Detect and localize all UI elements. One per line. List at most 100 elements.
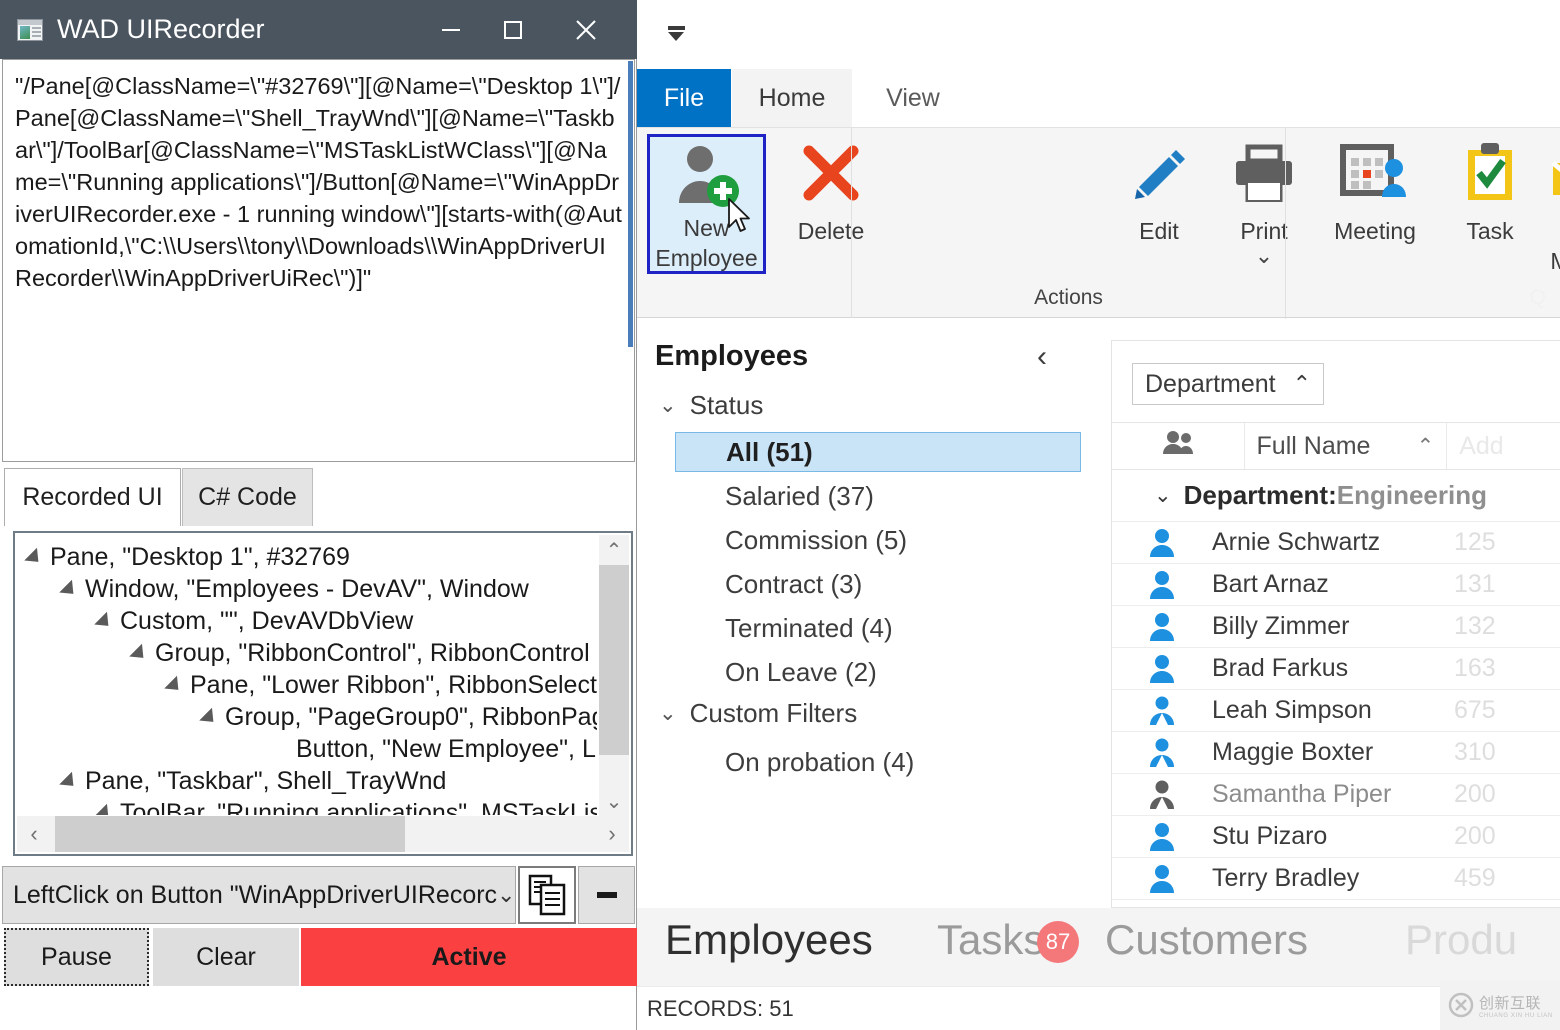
table-row[interactable]: Arnie Schwartz 125 [1112,522,1560,564]
tree-node[interactable]: Pane, "Desktop 1", #32769 [24,543,350,572]
filter-item-commission[interactable]: Commission (5) [675,520,1081,560]
tab-view[interactable]: View [853,69,973,127]
employee-number: 675 [1454,696,1496,724]
male-avatar-icon [1112,528,1212,558]
people-icon [1161,430,1195,463]
filter-item-on-leave[interactable]: On Leave (2) [675,652,1081,692]
chevron-down-icon: ⌄ [659,394,677,417]
actions-group-caption: Actions [1034,286,1103,309]
expand-arrow-icon[interactable] [24,547,45,568]
employee-name: Maggie Boxter [1212,738,1374,766]
devav-application: File Home View New Employee Delete Edit … [637,0,1560,1030]
customize-quick-access-toolbar-icon[interactable] [659,20,693,46]
nav-tab-products[interactable]: Produ [1405,916,1517,964]
tree-node[interactable]: Group, "PageGroup0", RibbonPag [199,703,597,732]
copy-button[interactable] [518,866,576,924]
tab-recorded-ui[interactable]: Recorded UI [4,468,181,526]
maximize-button[interactable] [482,0,544,59]
expand-arrow-icon[interactable] [59,579,80,600]
table-row[interactable]: Terry Bradley 459 [1112,858,1560,900]
collapse-window-button[interactable] [578,866,635,924]
gallery-group-caption: Q [1529,286,1546,309]
column-header-address[interactable]: Add [1447,423,1560,469]
chevron-left-icon[interactable]: ‹ [1037,340,1047,374]
recorded-action-combobox[interactable]: LeftClick on Button "WinAppDriverUIRecor… [2,866,516,924]
pause-button[interactable]: Pause [4,928,149,986]
xpath-textbox[interactable]: "/Pane[@ClassName=\"#32769\"][@Name=\"De… [2,59,635,462]
print-chevron-down-icon[interactable]: ⌄ [1255,245,1273,267]
tree-node[interactable]: Button, "New Employee", Ligh [275,735,597,764]
scrollbar-thumb[interactable] [55,816,405,852]
active-status-button[interactable]: Active [301,928,637,986]
filter-item-salaried[interactable]: Salaried (37) [675,476,1081,516]
filter-item-label: On Leave (2) [725,656,877,687]
table-row[interactable]: Stu Pizaro 200 [1112,816,1560,858]
tree-node[interactable]: Window, "Employees - DevAV", Window [59,575,529,604]
filter-group-label: Custom Filters [689,698,858,728]
table-row[interactable]: Maggie Boxter 310 [1112,732,1560,774]
expand-arrow-icon[interactable] [94,611,115,632]
male-avatar-icon [1112,822,1212,852]
tab-home[interactable]: Home [732,69,852,127]
employee-number: 459 [1454,864,1496,892]
employee-name: Leah Simpson [1212,696,1372,724]
table-row[interactable]: Bart Arnaz 131 [1112,564,1560,606]
tree-node[interactable]: ToolBar, "Running applications", MSTaskL… [94,799,597,815]
tab-file[interactable]: File [637,69,731,127]
filter-item-on-probation[interactable]: On probation (4) [675,742,1081,782]
edit-button[interactable]: Edit [1107,134,1211,246]
tree-node[interactable]: Pane, "Taskbar", Shell_TrayWnd [59,767,446,796]
close-button[interactable] [555,0,617,59]
expand-arrow-icon[interactable] [199,707,220,728]
scroll-left-icon[interactable]: ‹ [17,816,51,852]
tree-horizontal-scrollbar[interactable]: ‹ › [17,816,629,852]
watermark: 创新互联 CHUANG XIN HU LIAN [1440,980,1560,1030]
tree-node[interactable]: Group, "RibbonControl", RibbonControl [129,639,590,668]
ribbon-group-actions: Edit Print ⌄ Meeting Task M Actions [851,128,1560,319]
nav-tab-tasks[interactable]: Tasks [937,916,1044,964]
filter-group-status[interactable]: ⌄ Status [659,390,763,421]
tree-vertical-scrollbar[interactable]: ⌃ ⌄ [599,535,629,816]
table-row[interactable]: Brad Farkus 163 [1112,648,1560,690]
tree-node[interactable]: Pane, "Lower Ribbon", RibbonSelecte [164,671,597,700]
expand-arrow-icon[interactable] [129,643,150,664]
xpath-scroll-indicator[interactable] [628,61,633,347]
chevron-down-icon[interactable]: ⌄ [497,882,515,908]
table-row[interactable]: Leah Simpson 675 [1112,690,1560,732]
tree-node-label: Window, "Employees - DevAV", Window [85,575,529,603]
minimize-button[interactable] [420,0,482,59]
employee-number: 131 [1454,570,1496,598]
tab-csharp-code[interactable]: C# Code [182,468,313,526]
tree-node-label: Button, "New Employee", Ligh [296,735,597,763]
watermark-logo-icon [1448,992,1474,1018]
filter-group-custom-filters[interactable]: ⌄ Custom Filters [659,698,857,729]
filter-item-contract[interactable]: Contract (3) [675,564,1081,604]
nav-tab-employees[interactable]: Employees [665,916,873,964]
grid-column-headers: Full Name ⌃ Add [1112,422,1560,470]
column-header-full-name[interactable]: Full Name ⌃ [1245,423,1448,469]
scroll-down-icon[interactable]: ⌄ [599,786,629,816]
tree-node[interactable]: Custom, "", DevAVDbView [94,607,413,636]
scrollbar-thumb[interactable] [599,565,629,755]
expand-arrow-icon[interactable] [164,675,185,696]
grid-group-row-department[interactable]: ⌄ Department: Engineering [1112,470,1560,522]
filter-item-all[interactable]: All (51) [675,432,1081,472]
group-by-department-box[interactable]: Department ⌃ [1132,363,1324,405]
leaf-spacer-icon [277,746,285,754]
table-row[interactable]: Billy Zimmer 132 [1112,606,1560,648]
chevron-down-icon: ⌄ [659,702,677,725]
scroll-right-icon[interactable]: › [595,816,629,852]
table-row[interactable]: Samantha Piper 200 [1112,774,1560,816]
ui-tree-view[interactable]: Pane, "Desktop 1", #32769 Window, "Emplo… [13,531,633,856]
window-title: WAD UIRecorder [57,14,265,44]
clear-button[interactable]: Clear [153,928,299,986]
filter-item-terminated[interactable]: Terminated (4) [675,608,1081,648]
scroll-up-icon[interactable]: ⌃ [599,535,629,565]
nav-tab-customers[interactable]: Customers [1105,916,1308,964]
expand-arrow-icon[interactable] [59,771,80,792]
column-header-avatar[interactable] [1112,423,1245,469]
recorded-action-value: LeftClick on Button "WinAppDriverUIRecor… [13,880,498,909]
expand-arrow-icon[interactable] [94,803,115,815]
employee-name: Billy Zimmer [1212,612,1350,640]
column-header-label: Add [1459,431,1504,460]
